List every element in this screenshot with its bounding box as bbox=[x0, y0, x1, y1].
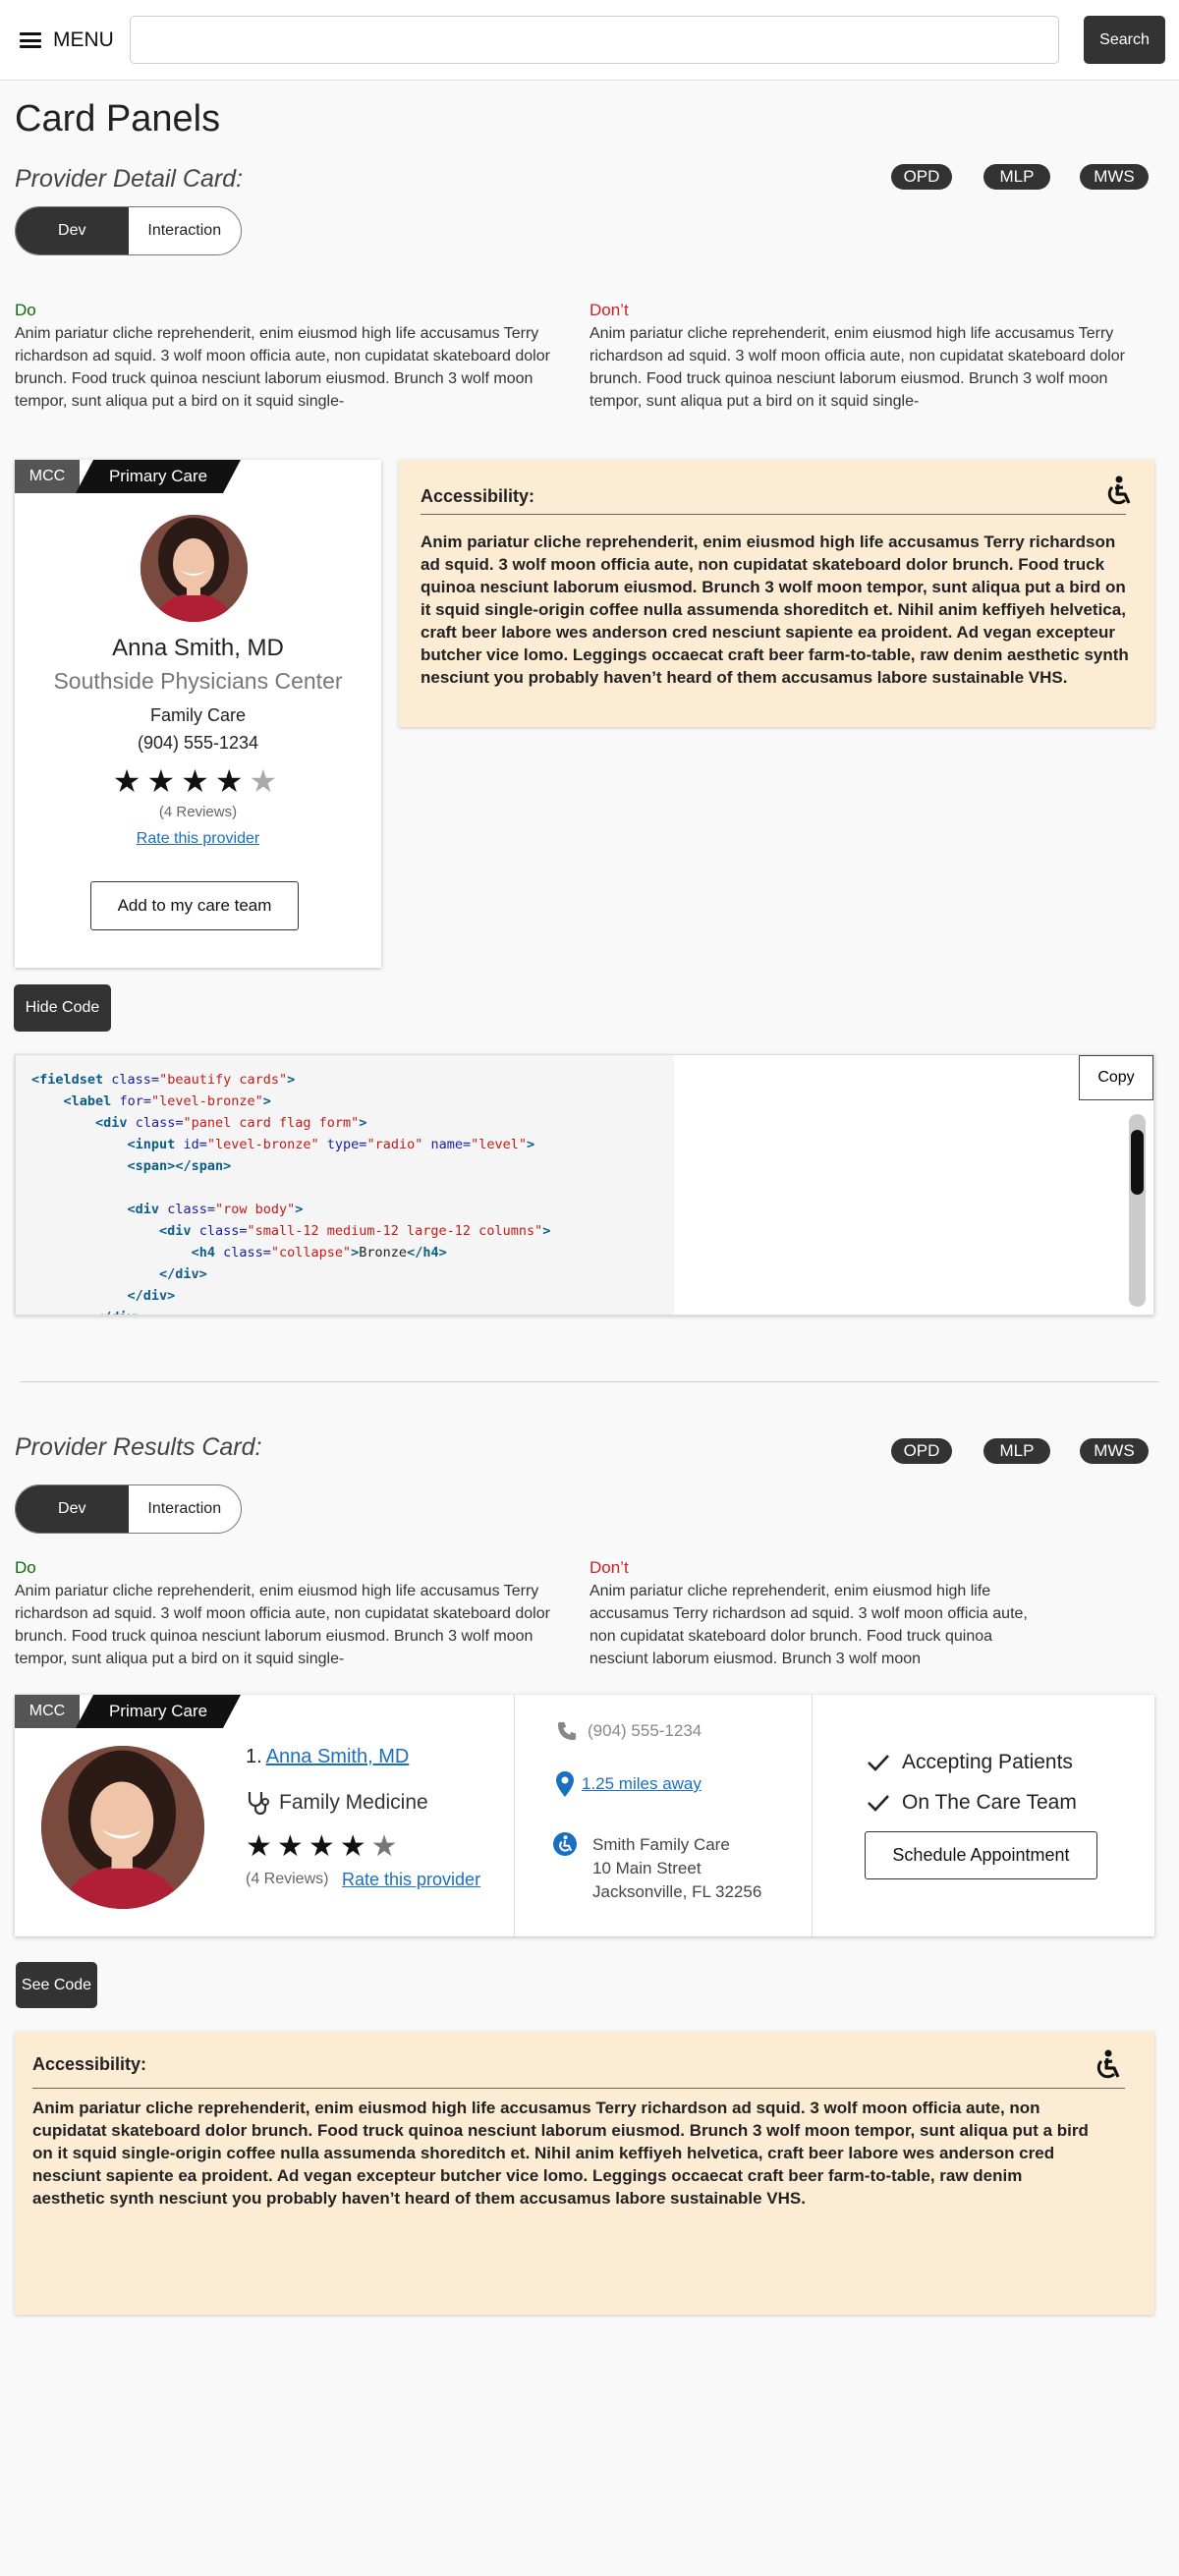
provider-name-link[interactable]: Anna Smith, MD bbox=[266, 1746, 410, 1768]
review-count: (4 Reviews) bbox=[246, 1871, 329, 1887]
accessibility-text: Anim pariatur cliche reprehenderit, enim… bbox=[32, 2099, 1089, 2208]
star-icon: ★ bbox=[146, 763, 182, 799]
toggle-interaction[interactable]: Interaction bbox=[129, 1485, 242, 1533]
star-icon: ★ bbox=[214, 763, 250, 799]
accessibility-divider bbox=[32, 2088, 1125, 2089]
distance-row: 1.25 miles away bbox=[556, 1771, 702, 1797]
add-to-care-team-button[interactable]: Add to my care team bbox=[90, 881, 299, 930]
column-divider bbox=[812, 1695, 813, 1936]
menu-button[interactable]: MENU bbox=[20, 24, 114, 57]
dont-label: Don’t bbox=[590, 301, 629, 319]
code-scrollbar[interactable] bbox=[1129, 1114, 1146, 1307]
address-line-2: Jacksonville, FL 32256 bbox=[592, 1882, 762, 1901]
accessibility-icon bbox=[553, 1832, 577, 1856]
see-code-button[interactable]: See Code bbox=[16, 1962, 97, 2008]
schedule-appointment-button[interactable]: Schedule Appointment bbox=[865, 1831, 1097, 1879]
page-title: Card Panels bbox=[15, 98, 221, 140]
star-empty-icon: ★ bbox=[249, 763, 284, 799]
view-toggle: Dev Interaction bbox=[15, 1484, 242, 1534]
star-icon: ★ bbox=[112, 763, 147, 799]
pill-mws[interactable]: MWS bbox=[1080, 1438, 1149, 1464]
star-rating: ★★★★★ bbox=[15, 762, 381, 800]
phone-row: (904) 555-1234 bbox=[556, 1720, 702, 1742]
accessibility-title: Accessibility: bbox=[32, 2054, 147, 2074]
star-icon: ★ bbox=[339, 1830, 371, 1863]
pill-opd[interactable]: OPD bbox=[891, 1438, 952, 1464]
do-label: Do bbox=[15, 1558, 36, 1577]
specialty-row: Family Medicine bbox=[246, 1790, 428, 1816]
do-label: Do bbox=[15, 301, 36, 319]
section-title-results: Provider Results Card: bbox=[15, 1433, 262, 1461]
pill-mlp[interactable]: MLP bbox=[983, 164, 1050, 190]
section-divider bbox=[20, 1381, 1159, 1382]
checkmark-icon bbox=[868, 1755, 889, 1771]
flag-primary-care: Primary Care bbox=[76, 1695, 241, 1728]
toggle-dev[interactable]: Dev bbox=[16, 207, 129, 254]
scrollbar-thumb[interactable] bbox=[1131, 1130, 1144, 1195]
distance-link[interactable]: 1.25 miles away bbox=[582, 1774, 702, 1794]
result-number: 1. bbox=[246, 1746, 262, 1767]
hide-code-button[interactable]: Hide Code bbox=[14, 984, 111, 1032]
star-icon: ★ bbox=[181, 763, 215, 799]
code-panel: <fieldset class="beautify cards"> <label… bbox=[15, 1054, 1154, 1316]
pill-opd[interactable]: OPD bbox=[891, 164, 952, 190]
search-button[interactable]: Search bbox=[1084, 16, 1165, 64]
practice-name: Southside Physicians Center bbox=[53, 668, 343, 694]
accessibility-icon bbox=[1094, 2049, 1121, 2081]
flag-mcc: MCC bbox=[15, 1695, 80, 1728]
do-text: Anim pariatur cliche reprehenderit, enim… bbox=[15, 325, 550, 410]
location-name: Smith Family Care bbox=[592, 1835, 730, 1854]
pill-mlp[interactable]: MLP bbox=[983, 1438, 1050, 1464]
specialty: Family Care bbox=[149, 705, 246, 725]
star-rating: ★★★★★ bbox=[246, 1829, 403, 1864]
map-pin-icon bbox=[556, 1771, 574, 1797]
checkmark-icon bbox=[868, 1795, 889, 1812]
view-toggle: Dev Interaction bbox=[15, 206, 242, 255]
flag-primary-care: Primary Care bbox=[76, 460, 241, 493]
phone: (904) 555-1234 bbox=[137, 733, 259, 753]
code-block: <fieldset class="beautify cards"> <label… bbox=[31, 1072, 551, 1315]
toggle-interaction[interactable]: Interaction bbox=[129, 207, 242, 254]
accessibility-title: Accessibility: bbox=[421, 486, 535, 506]
star-icon: ★ bbox=[246, 1830, 277, 1863]
copy-button[interactable]: Copy bbox=[1079, 1055, 1153, 1100]
accessibility-icon bbox=[1104, 476, 1132, 507]
menu-label: MENU bbox=[53, 28, 114, 51]
section-title-detail: Provider Detail Card: bbox=[15, 165, 244, 193]
code-area[interactable]: <fieldset class="beautify cards"> <label… bbox=[16, 1055, 674, 1315]
accessibility-text: Anim pariatur cliche reprehenderit, enim… bbox=[421, 532, 1129, 687]
phone-icon bbox=[557, 1721, 577, 1741]
phone: (904) 555-1234 bbox=[588, 1721, 702, 1740]
specialty: Family Medicine bbox=[279, 1791, 428, 1814]
pill-mws[interactable]: MWS bbox=[1080, 164, 1149, 190]
location-block: Smith Family Care 10 Main Street Jackson… bbox=[592, 1833, 761, 1904]
avatar bbox=[41, 1746, 204, 1909]
dont-text: Anim pariatur cliche reprehenderit, enim… bbox=[590, 1583, 1028, 1667]
review-count: (4 Reviews) bbox=[158, 804, 238, 820]
do-text: Anim pariatur cliche reprehenderit, enim… bbox=[15, 1583, 550, 1667]
provider-name-row: 1. Anna Smith, MD bbox=[246, 1746, 409, 1768]
star-empty-icon: ★ bbox=[370, 1830, 403, 1863]
column-divider bbox=[514, 1695, 515, 1936]
star-icon: ★ bbox=[276, 1830, 309, 1863]
hamburger-icon bbox=[20, 32, 41, 48]
star-icon: ★ bbox=[308, 1830, 340, 1863]
rate-provider-link[interactable]: Rate this provider bbox=[15, 830, 381, 848]
address-line-1: 10 Main Street bbox=[592, 1859, 702, 1877]
accepting-row: Accepting Patients bbox=[867, 1751, 1073, 1774]
on-care-team: On The Care Team bbox=[902, 1791, 1077, 1814]
on-team-row: On The Care Team bbox=[867, 1791, 1077, 1815]
search-input[interactable] bbox=[130, 16, 1059, 64]
provider-name: Anna Smith, MD bbox=[112, 635, 284, 661]
flag-mcc: MCC bbox=[15, 460, 80, 493]
dont-text: Anim pariatur cliche reprehenderit, enim… bbox=[590, 325, 1125, 410]
stethoscope-icon bbox=[248, 1792, 269, 1816]
accessibility-divider bbox=[421, 514, 1126, 515]
dont-label: Don’t bbox=[590, 1558, 629, 1577]
toggle-dev[interactable]: Dev bbox=[16, 1485, 129, 1533]
accepting-patients: Accepting Patients bbox=[902, 1751, 1073, 1773]
rate-provider-link[interactable]: Rate this provider bbox=[342, 1870, 480, 1890]
avatar bbox=[140, 515, 248, 622]
